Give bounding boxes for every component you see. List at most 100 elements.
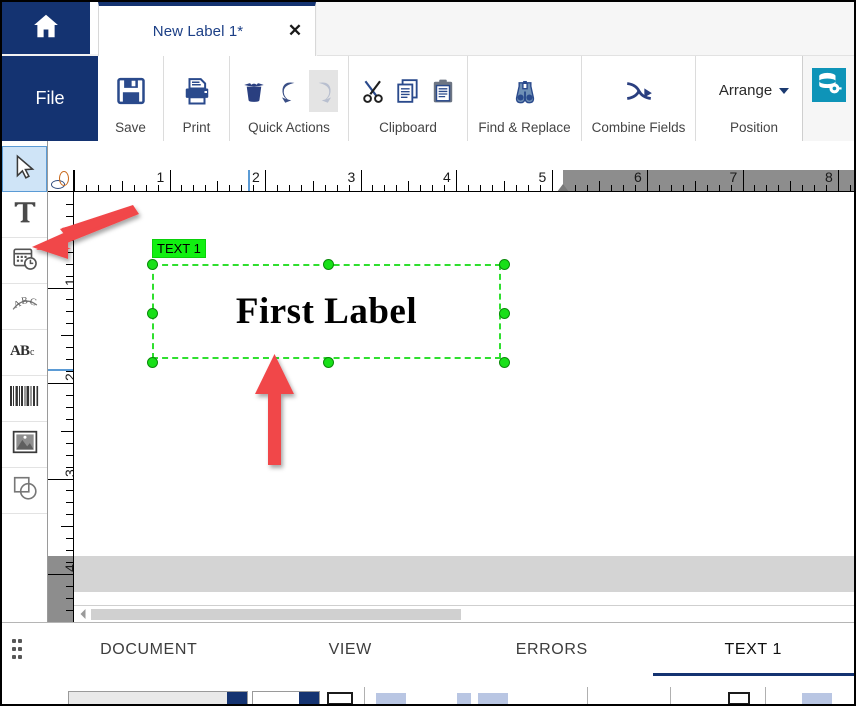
align-button[interactable] <box>728 692 750 704</box>
underline-button[interactable] <box>478 693 508 704</box>
extra-button[interactable] <box>802 693 832 704</box>
resize-handle-middle-left[interactable] <box>147 308 158 319</box>
resize-handle-bottom-center[interactable] <box>323 357 334 368</box>
save-label: Save <box>115 120 146 135</box>
position-label: Position <box>729 120 779 135</box>
hruler-label-2: 2 <box>252 170 260 185</box>
text-properties-toolbar <box>2 676 854 704</box>
resize-handle-bottom-left[interactable] <box>147 357 158 368</box>
cut-button[interactable] <box>359 70 388 112</box>
hruler-label-3: 3 <box>347 170 356 185</box>
vruler-label-3: 3 <box>62 469 73 477</box>
font-size-dropdown-arrow[interactable] <box>299 692 319 704</box>
resize-handle-top-left[interactable] <box>147 259 158 270</box>
vruler-label-4: 4 <box>62 564 73 572</box>
tab-divider <box>90 2 98 54</box>
origin-zero-ring-icon <box>59 171 69 186</box>
paragraph-text-tool[interactable]: A B c <box>2 330 47 376</box>
vertical-ruler[interactable]: 1 2 3 4 <box>48 192 74 622</box>
undo-button[interactable] <box>275 70 304 112</box>
ribbon-group-position: Arrange Position <box>696 56 812 141</box>
canvas-scroll-area[interactable]: TEXT 1 First Label <box>74 192 854 622</box>
barcode-tool[interactable] <box>2 376 47 422</box>
font-size-value <box>253 692 299 704</box>
page-bottom-shadow <box>74 556 854 592</box>
find-replace-label: Find & Replace <box>478 120 571 135</box>
font-size-combo[interactable] <box>252 691 320 704</box>
horizontal-scrollbar[interactable] <box>74 605 854 622</box>
document-tab-new-label-1[interactable]: New Label 1* ✕ <box>98 2 316 56</box>
hruler-label-7: 7 <box>729 170 738 185</box>
italic-button[interactable] <box>457 693 471 704</box>
abc-text-icon: A B c <box>10 341 40 364</box>
bottom-tab-bar: DOCUMENT VIEW ERRORS TEXT 1 <box>48 623 854 676</box>
image-tool[interactable] <box>2 422 47 468</box>
date-time-tool[interactable] <box>2 238 47 284</box>
redo-icon <box>311 78 337 104</box>
bottom-tab-errors[interactable]: ERRORS <box>451 623 653 676</box>
shape-tool[interactable] <box>2 468 47 514</box>
print-button[interactable] <box>177 70 217 112</box>
save-button[interactable] <box>111 70 151 112</box>
combine-fields-button[interactable] <box>619 70 659 112</box>
arrange-dropdown[interactable]: Arrange <box>719 60 790 121</box>
database-icon <box>816 70 842 101</box>
bold-button[interactable] <box>376 693 406 704</box>
bottom-tab-document[interactable]: DOCUMENT <box>48 623 250 676</box>
bottom-tab-text-1[interactable]: TEXT 1 <box>652 623 855 676</box>
delete-button[interactable] <box>240 70 269 112</box>
delete-icon <box>241 78 267 104</box>
ribbon-groups: Save Print Quick Actions Clipboard Find … <box>98 56 854 141</box>
object-tag-badge[interactable]: TEXT 1 <box>152 239 206 258</box>
combine-fields-icon <box>624 78 654 104</box>
page-right-margin <box>563 192 854 556</box>
text-object-content: First Label <box>235 291 418 332</box>
label-page[interactable] <box>74 192 563 556</box>
hruler-label-6: 6 <box>634 170 642 185</box>
close-icon[interactable]: ✕ <box>275 21 315 41</box>
font-family-dropdown-arrow[interactable] <box>227 692 247 704</box>
redo-button[interactable] <box>309 69 339 112</box>
panel-drag-grip[interactable] <box>12 639 34 663</box>
resize-handle-middle-right[interactable] <box>499 308 510 319</box>
selected-text-object[interactable]: First Label <box>147 259 510 368</box>
calendar-clock-icon <box>12 245 38 276</box>
resize-handle-bottom-right[interactable] <box>499 357 510 368</box>
paste-button[interactable] <box>428 70 457 112</box>
document-tab-label: New Label 1* <box>152 22 244 40</box>
resize-handle-top-right[interactable] <box>499 259 510 270</box>
scroll-left-arrow-icon[interactable] <box>74 606 91 623</box>
binoculars-icon <box>511 77 539 105</box>
find-replace-button[interactable] <box>505 70 545 112</box>
bottom-tab-view[interactable]: VIEW <box>250 623 452 676</box>
scrollbar-track[interactable] <box>91 608 854 620</box>
svg-text:C: C <box>28 296 37 308</box>
select-tool[interactable] <box>2 146 47 192</box>
text-tool[interactable] <box>2 192 47 238</box>
vruler-label-1: 1 <box>62 278 73 286</box>
page-width-handle[interactable] <box>557 184 569 191</box>
svg-text:c: c <box>30 347 35 358</box>
ruler-origin-corner[interactable] <box>48 170 74 192</box>
file-menu-label: File <box>35 88 65 108</box>
font-family-combo[interactable] <box>68 691 248 704</box>
horizontal-ruler[interactable]: 012345678 <box>74 170 854 192</box>
file-menu-button[interactable]: File <box>2 56 98 141</box>
bottom-tab-view-label: VIEW <box>328 640 372 658</box>
home-button[interactable] <box>2 2 90 54</box>
cursor-arrow-icon <box>12 154 38 185</box>
ribbon-group-save: Save <box>98 56 164 141</box>
curved-text-tool[interactable]: A B C <box>2 284 47 330</box>
hruler-label-5: 5 <box>538 170 547 185</box>
toolbar-separator-2 <box>587 687 588 704</box>
resize-handle-top-center[interactable] <box>323 259 334 270</box>
database-button[interactable] <box>811 68 846 102</box>
copy-button[interactable] <box>394 70 423 112</box>
ribbon-toolbar: File Save Print Quick Actions Clipboard … <box>2 56 854 141</box>
font-color-swatch[interactable] <box>327 692 353 704</box>
svg-text:B: B <box>20 295 28 307</box>
barcode-icon <box>9 386 40 411</box>
scrollbar-thumb[interactable] <box>91 608 461 620</box>
svg-text:B: B <box>20 343 30 359</box>
quick-actions-label: Quick Actions <box>248 120 330 135</box>
